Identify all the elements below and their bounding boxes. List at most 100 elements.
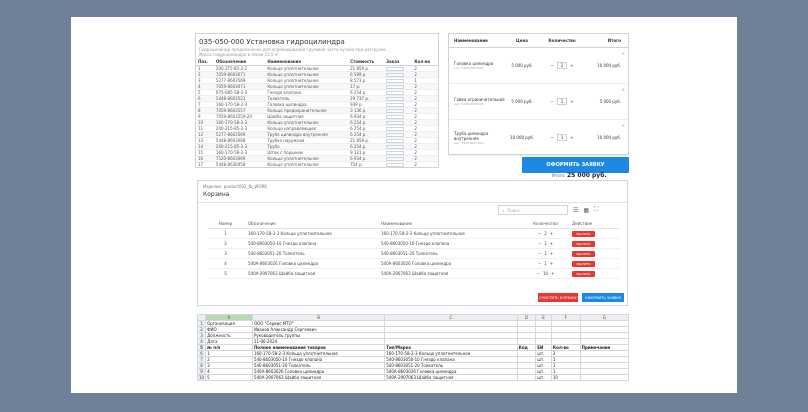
parts-cell: 1 012 р. (348, 167, 384, 168)
qty-value[interactable]: 2 (556, 62, 568, 69)
basket-qty-stepper[interactable]: −1 + (523, 241, 568, 246)
close-icon[interactable]: × (622, 123, 625, 128)
grid-view-icon[interactable]: ▦ (583, 207, 589, 214)
minus-icon[interactable]: − (550, 135, 553, 140)
delete-button[interactable]: УДАЛИТЬ (572, 270, 595, 277)
cart-summary-panel: Наименование Цена Количество Итого Голов… (448, 33, 629, 156)
order-qty-input[interactable] (386, 138, 405, 143)
plus-icon[interactable]: + (550, 251, 553, 256)
parts-table: Поз. Обозначение Наименование Стоимость Зака… (196, 59, 438, 168)
order-qty-input[interactable] (386, 66, 405, 71)
list-view-icon[interactable]: ☰ (573, 207, 578, 214)
order-qty-input[interactable] (386, 72, 405, 77)
plus-icon[interactable]: + (570, 63, 573, 68)
parts-row[interactable]: 187059-8603071-10Кольцо уплотнительное1 … (196, 167, 438, 168)
parts-cell (384, 167, 412, 168)
minus-icon[interactable]: − (550, 63, 553, 68)
order-qty-input[interactable] (386, 114, 405, 119)
minus-icon[interactable]: − (538, 241, 541, 246)
plus-icon[interactable]: + (550, 231, 553, 236)
basket-row: 3 540-8603051-20 Толкатель 540-8603051-20 … (208, 249, 620, 259)
basket-qty-stepper[interactable]: −10 + (523, 271, 568, 276)
parts-row[interactable]: 12 5277-8603569 Трубе цилиндра внутренняя 6… (196, 131, 438, 138)
basket-name: 540-8603050-10 Гнездо клапана (381, 241, 450, 246)
basket-qty-value: 10 (542, 271, 549, 276)
qty-stepper[interactable]: −1 + (550, 134, 574, 141)
basket-qty-stepper[interactable]: −2 + (523, 231, 568, 236)
order-qty-input[interactable] (386, 78, 405, 83)
search-icon: ⌕ (502, 207, 505, 213)
parts-row[interactable]: 10 160-170-58-2-3 Кольцо уплотнительное 6 2… (196, 119, 438, 126)
parts-row[interactable]: 17 5448-8630058 Кольцо уплотнительное 754 р… (196, 161, 438, 167)
basket-qty-stepper[interactable]: −1 + (523, 251, 568, 256)
sheet-cell[interactable] (516, 374, 537, 381)
search-input[interactable]: ⌕ Поиск (498, 205, 568, 215)
delete-button[interactable]: УДАЛИТЬ (572, 240, 595, 247)
sheet-cell[interactable] (579, 374, 630, 381)
plus-icon[interactable]: + (570, 99, 573, 104)
basket-qty-stepper[interactable]: −1 + (523, 261, 568, 266)
minus-icon[interactable]: − (538, 251, 541, 256)
qty-value[interactable]: 1 (556, 134, 568, 141)
parts-cell: 18 (196, 167, 214, 168)
clear-basket-button[interactable]: ОЧИСТИТЬ КОРЗИНУ (538, 293, 578, 302)
order-qty-input[interactable] (386, 84, 405, 89)
basket-action: УДАЛИТЬ (568, 250, 620, 257)
order-button[interactable]: ОФОРМИТЬ ЗАЯВКУ (522, 157, 629, 173)
delete-button[interactable]: УДАЛИТЬ (572, 250, 595, 257)
order-qty-input[interactable] (386, 102, 405, 107)
order-qty-input[interactable] (386, 156, 405, 161)
sheet-cell[interactable]: шт. (535, 374, 552, 381)
sheet-cell[interactable]: 540А-2907063 Шайба защитная (384, 374, 518, 381)
parts-row[interactable]: 4 7059-8603071 Кольцо уплотнительное 17 р. 2 (196, 83, 438, 90)
submit-order-button[interactable]: ОФОРМИТЬ ЗАЯВКУ (582, 293, 624, 302)
cart-item-sku: арт. 5408-8603026 (454, 102, 484, 106)
order-qty-input[interactable] (386, 126, 405, 131)
sheet-row-number[interactable]: 10 (196, 374, 207, 381)
sheet-cell[interactable]: 5 (205, 374, 253, 381)
delete-button[interactable]: УДАЛИТЬ (572, 230, 595, 237)
basket-qty-value: 1 (544, 261, 547, 266)
cart-item-name-cell: Головка цилиндра арт. 5408-8603026 (449, 61, 507, 70)
close-icon[interactable]: × (622, 87, 625, 92)
order-qty-input[interactable] (386, 90, 405, 95)
order-qty-input[interactable] (386, 132, 405, 137)
parts-row[interactable]: 3 5277-8603569 Кольцо уплотнительное 8 573 … (196, 77, 438, 84)
basket-grid: Номер Обозначение Наименование Количеств… (208, 219, 620, 279)
plus-icon[interactable]: + (551, 271, 554, 276)
parts-row[interactable]: 2 7059-8603071 Кольцо уплотнительное 6 589 … (196, 71, 438, 78)
sheet-cell[interactable]: 540А-2907063 Шайба защитная (251, 374, 386, 381)
plus-icon[interactable]: + (570, 135, 573, 140)
order-qty-input[interactable] (386, 150, 405, 155)
order-qty-input[interactable] (386, 162, 405, 167)
parts-row[interactable]: 16 7520-8603069 Кольцо уплотнительное 6 934… (196, 155, 438, 162)
sheet-cell[interactable]: 10 (550, 374, 581, 381)
sheet-row: 10 5 540А-2907063 Шайба защитная 540А-29070… (196, 374, 630, 381)
order-qty-input[interactable] (386, 108, 405, 113)
order-qty-input[interactable] (386, 96, 405, 101)
cart-item: Труба цилиндра внутренняя арт. 5408-86030… (449, 120, 628, 156)
plus-icon[interactable]: + (550, 261, 553, 266)
order-qty-input[interactable] (386, 120, 405, 125)
basket-designation: 540А-8603026 Головка цилиндра (248, 261, 319, 266)
cart-item-name: Труба цилиндра внутренняя (454, 130, 489, 141)
minus-icon[interactable]: − (537, 271, 540, 276)
delete-button[interactable]: УДАЛИТЬ (572, 260, 595, 267)
parts-cell: Кольцо уплотнительное (265, 167, 348, 168)
close-icon[interactable]: × (622, 51, 625, 56)
assembly-desc-2: Масса гидроцилиндра в сборе 23,5 кг. (199, 52, 281, 57)
plus-icon[interactable]: + (550, 241, 553, 246)
fullscreen-icon[interactable]: ⛶ (594, 206, 598, 214)
qty-stepper[interactable]: −2 + (550, 62, 574, 69)
cart-item-sku: арт. 5408-8603026 (454, 140, 484, 145)
qty-value[interactable]: 1 (556, 98, 568, 105)
parts-row[interactable]: 8 7059-8603557 Кольцо предохранительное 3 1… (196, 107, 438, 114)
minus-icon[interactable]: − (538, 231, 541, 236)
minus-icon[interactable]: − (538, 261, 541, 266)
parts-row[interactable]: 1 200-2Т5-85-2-2 Кольцо уплотнительное 21 8… (196, 65, 438, 72)
basket-number: 1 (224, 231, 227, 236)
qty-stepper[interactable]: −1 + (550, 98, 574, 105)
cart-qty-cell: −1 + (537, 134, 587, 141)
order-qty-input[interactable] (386, 144, 405, 149)
minus-icon[interactable]: − (550, 99, 553, 104)
